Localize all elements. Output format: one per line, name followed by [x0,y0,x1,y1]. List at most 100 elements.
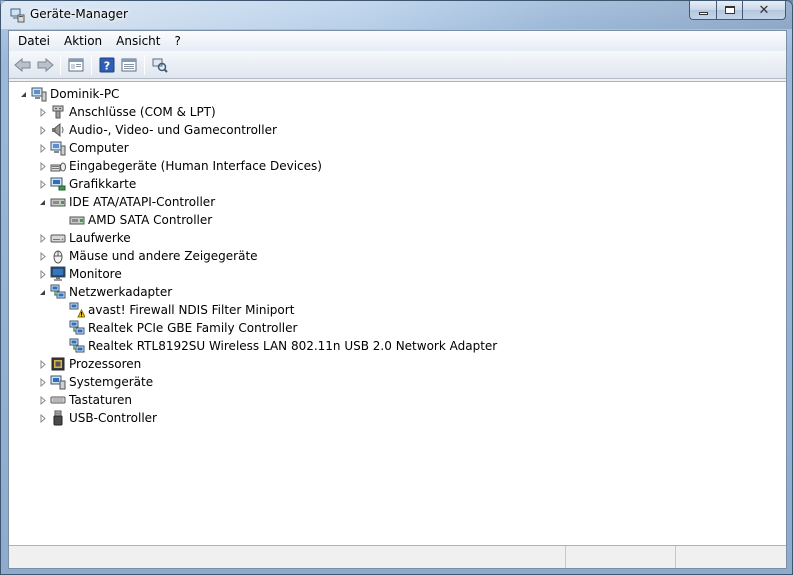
monitor-icon [50,266,66,282]
help-button[interactable]: ? [96,54,118,76]
tree-item-label: USB-Controller [69,411,157,425]
status-cell [676,546,786,568]
tree-item-mause-und-andere-zeigegerate[interactable]: Mäuse und andere Zeigegeräte [37,247,258,265]
svg-text:?: ? [104,59,110,72]
tree-item-avast-firewall-ndis-filter-miniport[interactable]: avast! Firewall NDIS Filter Miniport [56,301,294,319]
tree-item-anschlusse-com-lpt[interactable]: Anschlüsse (COM & LPT) [37,103,216,121]
menu-datei[interactable]: Datei [11,31,57,51]
tree-item-realtek-pcie-gbe-family-controller[interactable]: Realtek PCIe GBE Family Controller [56,319,297,337]
tree-item-netzwerkadapter[interactable]: Netzwerkadapter [37,283,172,301]
maximize-icon [724,6,735,14]
tree-item-tastaturen[interactable]: Tastaturen [37,391,132,409]
expand-arrow-icon[interactable] [37,359,48,370]
tree-item-label: Laufwerke [69,231,131,245]
tree-item-amd-sata-controller[interactable]: AMD SATA Controller [56,211,212,229]
scan-hardware-button[interactable] [149,54,171,76]
help-icon: ? [99,57,115,72]
tree-item-label: avast! Firewall NDIS Filter Miniport [88,303,295,317]
close-icon: ✕ [758,2,770,18]
toolbar-separator [144,54,145,75]
tree-item-label: Realtek RTL8192SU Wireless LAN 802.11n U… [88,339,498,353]
expand-arrow-icon[interactable] [37,161,48,172]
tree-item-label: Eingabegeräte (Human Interface Devices) [69,159,322,173]
tree-item-computer[interactable]: Computer [37,139,129,157]
tree-item-label: Prozessoren [69,357,142,371]
scan-hardware-icon [152,58,168,73]
tree-item-laufwerke[interactable]: Laufwerke [37,229,131,247]
expand-arrow-icon[interactable] [37,143,48,154]
title-bar[interactable]: Geräte-Manager ✕ [1,1,792,29]
tree-item-usb-controller[interactable]: USB-Controller [37,409,157,427]
back-button[interactable] [12,54,34,76]
collapse-arrow-icon[interactable] [37,287,48,298]
tree-item-label: Mäuse und andere Zeigegeräte [69,249,258,263]
expand-arrow-icon[interactable] [37,413,48,424]
tree-item-realtek-rtl8192su-wireless-lan-802-11n-usb-2-0-network-adapter[interactable]: Realtek RTL8192SU Wireless LAN 802.11n U… [56,337,497,355]
tree-item-ide-ata-atapi-controller[interactable]: IDE ATA/ATAPI-Controller [37,193,215,211]
properties-view-button[interactable] [65,54,87,76]
expand-arrow-icon[interactable] [37,179,48,190]
collapse-arrow-icon[interactable] [37,197,48,208]
tree-item-prozessoren[interactable]: Prozessoren [37,355,141,373]
console-tree-icon [121,58,137,71]
console-tree-button[interactable] [118,54,140,76]
expand-arrow-icon[interactable] [37,395,48,406]
tree-item-systemgerate[interactable]: Systemgeräte [37,373,153,391]
expand-arrow-icon[interactable] [37,107,48,118]
network-icon [69,338,85,354]
tree-item-monitore[interactable]: Monitore [37,265,122,283]
ide-controller-icon [50,194,66,210]
expand-arrow-icon[interactable] [37,251,48,262]
usb-icon [50,410,66,426]
caption-buttons: ✕ [689,1,786,21]
keyboard-icon [50,392,66,408]
network-icon [50,284,66,300]
tree-item-dominik-pc[interactable]: Dominik-PC [18,85,119,103]
tree-item-label: Monitore [69,267,122,281]
menu-ansicht[interactable]: Ansicht [109,31,167,51]
forward-icon [37,57,54,72]
collapse-arrow-icon[interactable] [18,89,29,100]
tree-item-grafikkarte[interactable]: Grafikkarte [37,175,136,193]
processor-icon [50,356,66,372]
expand-arrow-icon[interactable] [37,269,48,280]
menu-aktion[interactable]: Aktion [57,31,109,51]
computer-icon [50,140,66,156]
forward-button[interactable] [34,54,56,76]
tree-item-label: Realtek PCIe GBE Family Controller [88,321,298,335]
toolbar-separator [60,54,61,75]
minimize-button[interactable] [689,1,716,20]
tree-item-label: Systemgeräte [69,375,154,389]
system-device-icon [50,374,66,390]
back-icon [14,57,31,72]
status-cell [566,546,676,568]
device-tree[interactable]: Dominik-PC Anschlüsse (COM & LPT) Audio-, … [9,81,786,546]
expand-arrow-icon[interactable] [37,377,48,388]
tree-item-label: IDE ATA/ATAPI-Controller [69,195,216,209]
maximize-button[interactable] [716,1,742,20]
display-adapter-icon [50,176,66,192]
tree-item-eingabegerate-human-interface-devices[interactable]: Eingabegeräte (Human Interface Devices) [37,157,322,175]
speaker-icon [50,122,66,138]
toolbar-separator [91,54,92,75]
expand-arrow-icon[interactable] [37,233,48,244]
tree-item-audio-video-und-gamecontroller[interactable]: Audio-, Video- und Gamecontroller [37,121,277,139]
network-icon [69,320,85,336]
client-area: Datei Aktion Ansicht ? ? Dominik-PC Ansc… [8,30,787,569]
mouse-icon [50,248,66,264]
status-cell [9,546,566,568]
computer-icon [31,86,47,102]
close-button[interactable]: ✕ [742,1,786,20]
ide-controller-icon [69,212,85,228]
minimize-icon [698,12,708,15]
menu-bar: Datei Aktion Ansicht ? [9,31,786,51]
expand-arrow-icon[interactable] [37,125,48,136]
menu-help[interactable]: ? [167,31,187,51]
tree-item-label: Grafikkarte [69,177,137,191]
tree-item-label: Anschlüsse (COM & LPT) [69,105,216,119]
status-bar [9,546,786,568]
